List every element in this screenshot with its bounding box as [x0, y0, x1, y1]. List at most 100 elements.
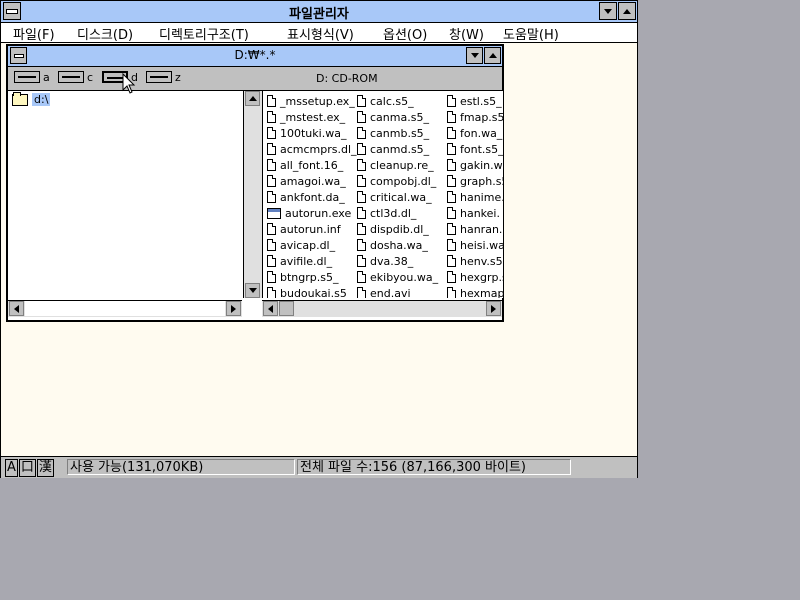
file-name: critical.wa_ — [370, 190, 432, 204]
file-list-pane[interactable]: _mssetup.ex_ _mstest.ex_ 100tuki.wa_ acm… — [262, 91, 503, 298]
file-item[interactable]: _mssetup.ex_ — [267, 93, 357, 109]
file-column-1: _mssetup.ex_ _mstest.ex_ 100tuki.wa_ acm… — [267, 93, 357, 298]
drive-z-label[interactable]: z — [175, 71, 181, 84]
drive-c-icon[interactable] — [58, 71, 84, 83]
file-horizontal-scrollbar[interactable] — [262, 300, 502, 317]
file-name: ekibyou.wa_ — [370, 270, 439, 284]
document-icon — [447, 111, 456, 123]
document-icon — [447, 207, 456, 219]
drive-z-icon[interactable] — [146, 71, 172, 83]
file-scroll-right-button[interactable] — [486, 301, 501, 316]
document-icon — [267, 143, 276, 155]
window-title: 파일관리자 — [289, 7, 349, 22]
ime-alpha-mode[interactable]: A — [5, 459, 18, 477]
tree-scroll-right-button[interactable] — [226, 301, 241, 316]
file-item[interactable]: amagoi.wa_ — [267, 173, 357, 189]
directory-tree-pane[interactable]: d:\ — [8, 91, 242, 298]
file-item[interactable]: graph.s5_ — [447, 173, 503, 189]
menu-help[interactable]: 도움말(H) — [503, 24, 559, 43]
file-item[interactable]: fmap.s5_ — [447, 109, 503, 125]
file-item[interactable]: _mstest.ex_ — [267, 109, 357, 125]
file-item[interactable]: acmcmprs.dl_ — [267, 141, 357, 157]
file-item[interactable]: estl.s5_ — [447, 93, 503, 109]
file-item[interactable]: hexgrp.s — [447, 269, 503, 285]
file-name: autorun.exe — [285, 206, 352, 220]
file-item[interactable]: end.avi — [357, 285, 438, 298]
file-item[interactable]: compobj.dl_ — [357, 173, 438, 189]
file-item[interactable]: calc.s5_ — [357, 93, 438, 109]
file-item[interactable]: canmd.s5_ — [357, 141, 438, 157]
file-item[interactable]: avicap.dl_ — [267, 237, 357, 253]
document-icon — [357, 111, 366, 123]
directory-maximize-button[interactable] — [484, 47, 501, 64]
minimize-button[interactable] — [599, 2, 617, 20]
tree-scroll-down-button[interactable] — [245, 283, 260, 298]
file-item[interactable]: autorun.inf — [267, 221, 357, 237]
menu-options[interactable]: 옵션(O) — [383, 24, 427, 43]
drive-c-label[interactable]: c — [87, 71, 93, 84]
menu-window[interactable]: 창(W) — [449, 24, 484, 43]
file-item[interactable]: avifile.dl_ — [267, 253, 357, 269]
file-item[interactable]: canma.s5_ — [357, 109, 438, 125]
title-bar[interactable]: 파일관리자 — [1, 1, 637, 23]
file-item[interactable]: autorun.exe — [267, 205, 357, 221]
file-item[interactable]: canmb.s5_ — [357, 125, 438, 141]
menu-directory-tree[interactable]: 디렉토리구조(T) — [159, 24, 249, 43]
directory-title-bar[interactable]: D:₩*.* — [8, 46, 502, 67]
directory-minimize-button[interactable] — [466, 47, 483, 64]
file-item[interactable]: hexmap — [447, 285, 503, 298]
document-icon — [357, 191, 366, 203]
document-icon — [267, 223, 276, 235]
tree-horizontal-scrollbar[interactable] — [8, 300, 242, 317]
file-item[interactable]: 100tuki.wa_ — [267, 125, 357, 141]
menu-disk[interactable]: 디스크(D) — [77, 24, 133, 43]
file-name: gakin.wa_ — [460, 158, 503, 172]
file-item[interactable]: ekibyou.wa_ — [357, 269, 438, 285]
file-item[interactable]: ankfont.da_ — [267, 189, 357, 205]
file-item[interactable]: gakin.wa_ — [447, 157, 503, 173]
document-icon — [267, 255, 276, 267]
file-item[interactable]: hankei. — [447, 205, 503, 221]
ime-hanja-mode[interactable]: 漢 — [36, 459, 54, 477]
file-item[interactable]: btngrp.s5_ — [267, 269, 357, 285]
document-icon — [357, 95, 366, 107]
document-icon — [447, 143, 456, 155]
ime-width-mode[interactable]: 口 — [18, 459, 36, 477]
tree-vertical-scrollbar[interactable] — [243, 91, 262, 298]
file-item[interactable]: hanime. — [447, 189, 503, 205]
file-item[interactable]: hanran. — [447, 221, 503, 237]
file-item[interactable]: dva.38_ — [357, 253, 438, 269]
file-name: all_font.16_ — [280, 158, 344, 172]
menu-view[interactable]: 표시형식(V) — [287, 24, 354, 43]
drive-a-label[interactable]: a — [43, 71, 50, 84]
document-icon — [357, 255, 366, 267]
drive-a-icon[interactable] — [14, 71, 40, 83]
menu-file[interactable]: 파일(F) — [13, 24, 55, 43]
maximize-button[interactable] — [618, 2, 636, 20]
tree-item-root[interactable]: d:\ — [12, 91, 51, 106]
file-name: fon.wa_ — [460, 126, 503, 140]
file-name: hexgrp.s — [460, 270, 503, 284]
file-item[interactable]: henv.s5 — [447, 253, 503, 269]
file-item[interactable]: budoukai.s5_ — [267, 285, 357, 298]
file-scroll-left-button[interactable] — [263, 301, 278, 316]
file-item[interactable]: cleanup.re_ — [357, 157, 438, 173]
file-item[interactable]: heisi.wa — [447, 237, 503, 253]
file-scroll-thumb[interactable] — [279, 301, 294, 316]
file-item[interactable]: ctl3d.dl_ — [357, 205, 438, 221]
tree-scroll-up-button[interactable] — [245, 91, 260, 106]
file-item[interactable]: all_font.16_ — [267, 157, 357, 173]
arrow-right-icon — [491, 304, 496, 313]
file-item[interactable]: font.s5_ — [447, 141, 503, 157]
ime-indicator[interactable]: A 口 漢 — [5, 459, 54, 477]
program-icon — [267, 207, 281, 219]
file-item[interactable]: dosha.wa_ — [357, 237, 438, 253]
tree-scroll-track[interactable] — [25, 301, 225, 316]
file-item[interactable]: dispdib.dl_ — [357, 221, 438, 237]
tree-item-label: d:\ — [32, 93, 51, 106]
file-name: calc.s5_ — [370, 94, 414, 108]
file-item[interactable]: fon.wa_ — [447, 125, 503, 141]
tree-scroll-left-button[interactable] — [9, 301, 24, 316]
file-item[interactable]: critical.wa_ — [357, 189, 438, 205]
file-name: canma.s5_ — [370, 110, 429, 124]
